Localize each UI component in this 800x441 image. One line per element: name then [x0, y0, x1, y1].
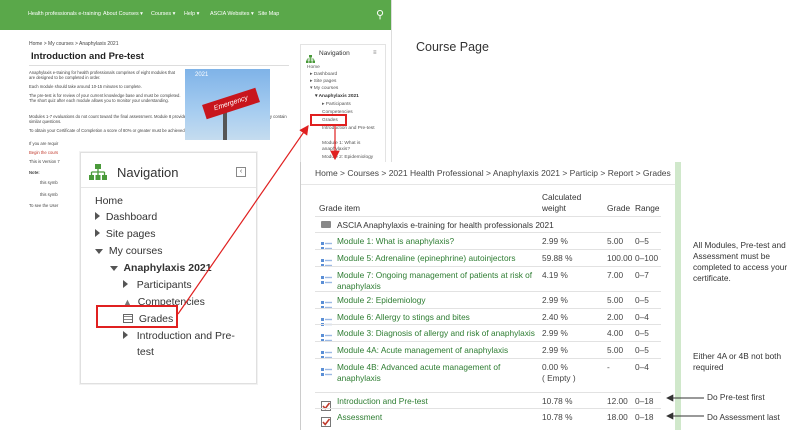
- arrow-to-small-grades: [177, 125, 309, 315]
- arrows-overlay: [177, 125, 704, 420]
